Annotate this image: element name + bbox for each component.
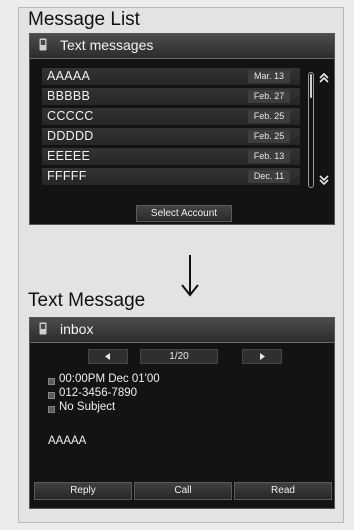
phone-number-icon	[48, 392, 55, 399]
text-message-header-text: inbox	[60, 321, 94, 337]
message-list-title: Message List	[28, 9, 140, 30]
list-item[interactable]: DDDDD Feb. 25	[42, 128, 300, 146]
next-message-button[interactable]	[242, 349, 282, 364]
message-phone-number: 012-3456-7890	[59, 387, 138, 399]
message-date: Feb. 25	[248, 110, 290, 123]
text-message-title: Text Message	[28, 290, 146, 311]
message-list-screen: Text messages AAAAA Mar. 13 BBBBB Feb. 2…	[29, 33, 335, 225]
message-body: AAAAA	[48, 435, 87, 447]
scroll-thumb[interactable]	[310, 74, 312, 98]
message-date: Mar. 13	[248, 70, 290, 83]
list-item[interactable]: CCCCC Feb. 25	[42, 108, 300, 126]
message-date: Feb. 27	[248, 90, 290, 103]
list-item[interactable]: EEEEE Feb. 13	[42, 148, 300, 166]
left-arrow-icon	[105, 353, 110, 360]
list-item[interactable]: FFFFF Dec. 11	[42, 168, 300, 186]
clock-icon	[48, 378, 55, 385]
scrollbar[interactable]	[308, 72, 314, 188]
scroll-down-icon[interactable]	[318, 174, 330, 186]
read-button[interactable]: Read	[234, 482, 332, 500]
message-date: Feb. 25	[248, 130, 290, 143]
message-sender: FFFFF	[47, 169, 87, 183]
message-sender: DDDDD	[47, 129, 94, 143]
message-list-header: Text messages	[30, 34, 334, 59]
subject-icon	[48, 406, 55, 413]
call-button[interactable]: Call	[134, 482, 232, 500]
select-account-button[interactable]: Select Account	[136, 205, 232, 222]
down-arrow-icon	[181, 255, 199, 297]
right-arrow-icon	[260, 353, 265, 360]
scroll-up-icon[interactable]	[318, 72, 330, 84]
message-sender: AAAAA	[47, 69, 91, 83]
phone-icon	[39, 322, 47, 335]
reply-button[interactable]: Reply	[34, 482, 132, 500]
page-counter: 1/20	[140, 349, 218, 364]
message-sender: EEEEE	[47, 149, 91, 163]
message-subject: No Subject	[59, 401, 116, 413]
message-sender: BBBBB	[47, 89, 91, 103]
message-sender: CCCCC	[47, 109, 94, 123]
previous-message-button[interactable]	[88, 349, 128, 364]
message-date: Feb. 13	[248, 150, 290, 163]
phone-icon	[39, 38, 47, 51]
text-message-header: inbox	[30, 318, 334, 343]
list-item[interactable]: BBBBB Feb. 27	[42, 88, 300, 106]
list-item[interactable]: AAAAA Mar. 13	[42, 68, 300, 86]
text-message-screen: inbox 1/20 00:00PM Dec 01'00 012-3456-78…	[29, 317, 335, 509]
message-date: Dec. 11	[248, 170, 290, 183]
message-timestamp: 00:00PM Dec 01'00	[59, 373, 160, 385]
message-list-header-text: Text messages	[60, 37, 154, 53]
